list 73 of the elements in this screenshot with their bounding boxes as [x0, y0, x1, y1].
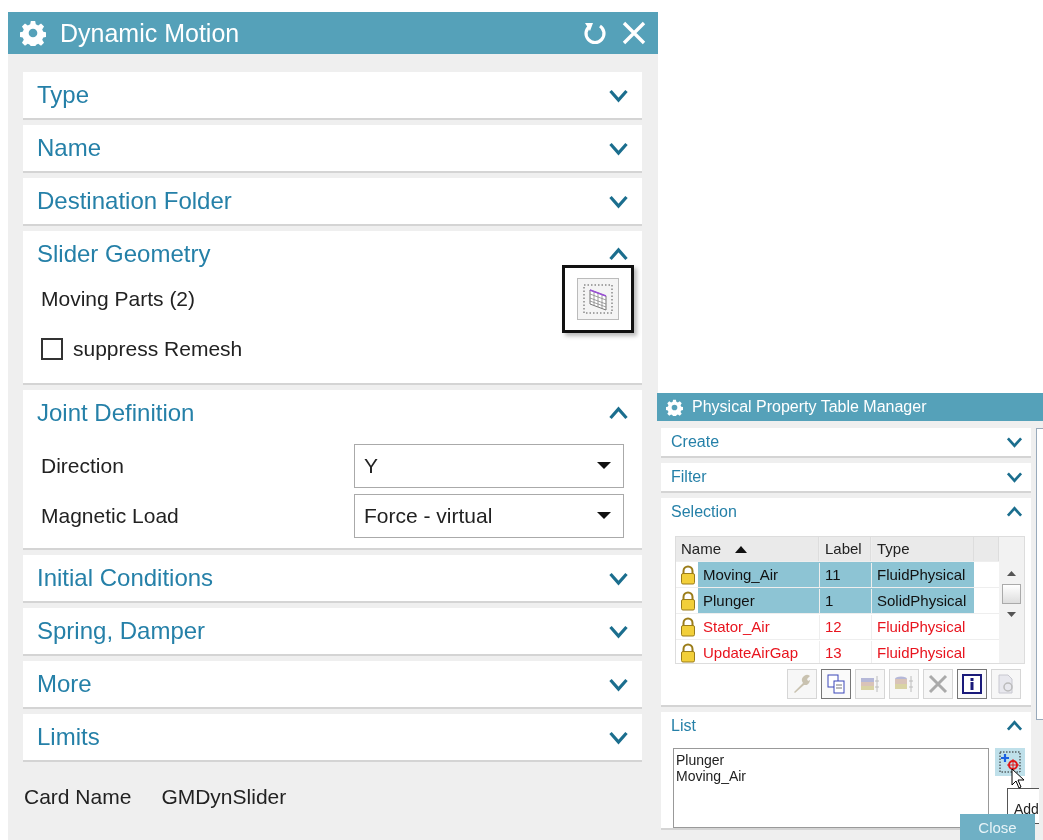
column-header[interactable]: Label — [819, 537, 871, 561]
section-header[interactable]: Limits — [37, 723, 100, 751]
table-cell-text: UpdateAirGap — [702, 642, 800, 663]
gear-icon — [666, 398, 683, 416]
reset-icon[interactable] — [582, 20, 608, 46]
cursor-icon — [1011, 768, 1025, 790]
table-cell: 13 — [819, 640, 871, 663]
column-header[interactable]: Name — [676, 537, 819, 561]
column-header[interactable]: Type — [871, 537, 974, 561]
section-header[interactable]: List — [671, 717, 696, 735]
caret-icon — [597, 462, 611, 470]
table-cell: 12 — [819, 614, 871, 639]
table-cell: FluidPhysical — [871, 614, 974, 639]
window-title: Physical Property Table Manager — [692, 398, 927, 416]
section-header[interactable]: More — [37, 670, 92, 698]
add-button[interactable] — [995, 748, 1025, 776]
chevron-up-icon[interactable] — [1006, 505, 1023, 519]
mesh-icon — [577, 278, 619, 320]
section-header[interactable]: Filter — [671, 468, 707, 486]
scroll-thumb[interactable] — [1002, 584, 1021, 604]
section-header[interactable]: Slider Geometry — [37, 240, 211, 268]
table-row[interactable]: Moving_Air 11 FluidPhysical — [676, 562, 999, 588]
section-header[interactable]: Type — [37, 81, 90, 109]
checkbox-label: suppress Remesh — [73, 337, 243, 361]
card-name-value: GMDynSlider — [161, 785, 287, 809]
chevron-up-icon[interactable] — [608, 404, 629, 422]
section-header[interactable]: Spring, Damper — [37, 617, 206, 645]
scroll-up-icon[interactable] — [1007, 571, 1016, 576]
card-name-label: Card Name — [24, 785, 132, 809]
lock-icon — [680, 643, 696, 663]
section-header[interactable]: Destination Folder — [37, 187, 232, 215]
lock-icon — [680, 591, 696, 611]
table-row[interactable]: Plunger 1 SolidPhysical — [676, 588, 999, 614]
chevron-up-icon[interactable] — [608, 245, 629, 263]
table-cell-text: Plunger — [702, 590, 756, 611]
sort-ascending-icon — [735, 545, 747, 553]
table-cell: 1 — [819, 588, 871, 613]
table-cell: 11 — [819, 562, 871, 587]
info-icon[interactable] — [957, 669, 987, 699]
section-header[interactable]: Name — [37, 134, 102, 162]
table-cell: SolidPhysical — [871, 588, 974, 613]
lock-icon — [680, 617, 696, 637]
field-label: Magnetic Load — [41, 504, 179, 528]
select-object-button[interactable] — [562, 265, 634, 333]
section-header[interactable]: Joint Definition — [37, 399, 195, 427]
table-row[interactable]: Stator_Air 12 FluidPhysical — [676, 614, 999, 640]
checkbox[interactable] — [41, 338, 63, 360]
table-cell-text: Stator_Air — [702, 616, 771, 637]
copy-icon[interactable] — [821, 669, 851, 699]
table-row[interactable]: UpdateAirGap 13 FluidPhysical — [676, 640, 999, 663]
table-cell: FluidPhysical — [871, 640, 974, 663]
list-item[interactable]: Moving_Air — [676, 768, 986, 784]
dropdown[interactable]: Y — [354, 444, 624, 488]
list-item[interactable]: Plunger — [676, 752, 986, 768]
dropdown[interactable]: Force - virtual — [354, 494, 624, 538]
window-title: Dynamic Motion — [60, 18, 241, 48]
field-label: Moving Parts (2) — [41, 287, 196, 311]
caret-icon — [597, 512, 611, 520]
gear-icon — [20, 20, 46, 46]
chevron-down-icon[interactable] — [1006, 435, 1023, 449]
close-icon[interactable] — [622, 21, 646, 45]
chevron-up-icon[interactable] — [1006, 719, 1023, 733]
lock-icon — [680, 565, 696, 585]
field-label: Direction — [41, 454, 124, 478]
chevron-down-icon[interactable] — [1006, 470, 1023, 484]
table-cell: FluidPhysical — [871, 562, 974, 587]
section-header[interactable]: Create — [671, 433, 720, 451]
scrollbar[interactable] — [1036, 428, 1043, 720]
section-header[interactable]: Initial Conditions — [37, 564, 214, 592]
scrollbar[interactable] — [999, 537, 1024, 663]
table-cell-text: Moving_Air — [702, 564, 780, 585]
section-header[interactable]: Selection — [671, 503, 737, 521]
scroll-down-icon[interactable] — [1007, 612, 1016, 617]
